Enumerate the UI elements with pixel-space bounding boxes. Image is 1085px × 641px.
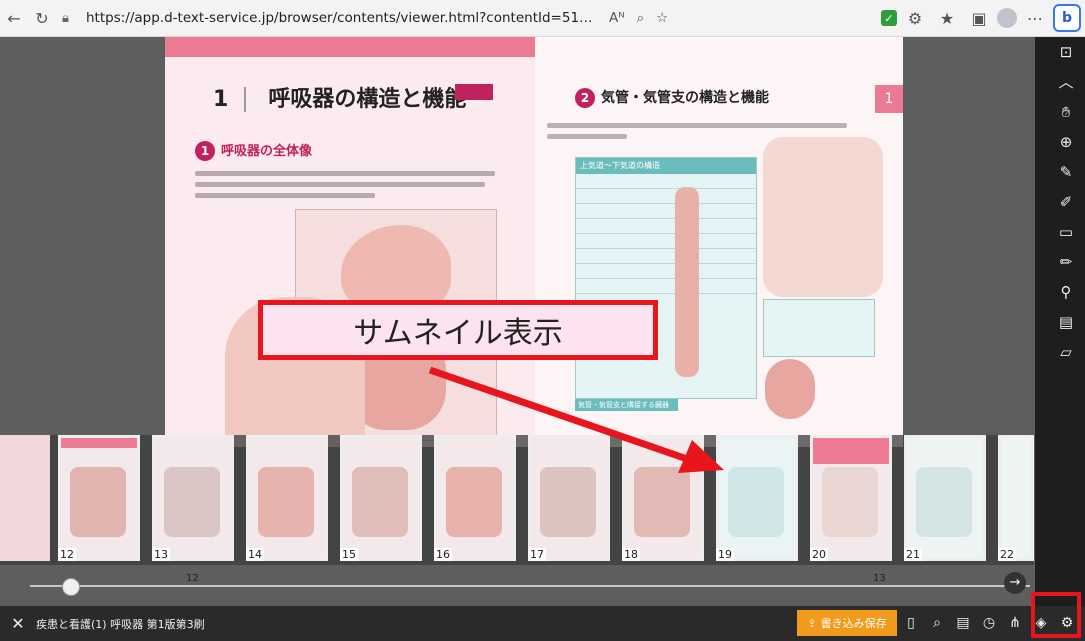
pen-tool-icon[interactable]: ✎: [1055, 161, 1077, 183]
thumbnail-page-number: 13: [152, 548, 170, 561]
save-label: 書き込み保存: [820, 617, 887, 630]
thumbnail[interactable]: 17: [528, 435, 610, 561]
thumbnail-page-number: 21: [904, 548, 922, 561]
refresh-icon[interactable]: ↻: [28, 4, 56, 32]
page-list-icon[interactable]: ▤: [952, 610, 974, 636]
thumbnail-page-number: 22: [998, 548, 1016, 561]
note-icon[interactable]: ▤: [1055, 311, 1077, 333]
more-menu-icon[interactable]: ⋯: [1021, 4, 1049, 32]
eraser-icon[interactable]: ▱: [1055, 341, 1077, 363]
collections-icon[interactable]: ▣: [965, 4, 993, 32]
table-header: 上気道〜下気道の構造: [576, 158, 756, 174]
thumbnail-page-number: 17: [528, 548, 546, 561]
profile-avatar[interactable]: [997, 8, 1017, 28]
thumbnail-page-number: 12: [58, 548, 76, 561]
zoom-icon[interactable]: ⌕: [637, 10, 645, 26]
thumbnail-page-number: 15: [340, 548, 358, 561]
history-icon[interactable]: ◷: [978, 610, 1000, 636]
thumbnail[interactable]: [0, 435, 50, 561]
body-text-block: [195, 171, 495, 204]
section-heading: 2 気管・気管支の構造と機能: [575, 87, 769, 108]
chapter-number: 1: [213, 87, 247, 112]
address-bar[interactable]: 🔒︎ https://app.d-text-service.jp/browser…: [62, 4, 682, 32]
table-title: 上気道〜下気道の構造: [580, 161, 660, 170]
thumbnail[interactable]: 14: [246, 435, 328, 561]
close-button[interactable]: ✕: [6, 614, 30, 633]
bronchi-segment-table: [763, 299, 875, 357]
thumbnail[interactable]: 20: [810, 435, 892, 561]
thumbnail[interactable]: 12: [58, 435, 140, 561]
read-aloud-icon[interactable]: Aᴺ: [609, 10, 625, 26]
thumbnail[interactable]: 13: [152, 435, 234, 561]
thumbnail-strip: 12 13 14 15 16 17 18 19 20 21 22: [0, 435, 1034, 565]
bing-icon[interactable]: b: [1053, 4, 1081, 32]
zoom-tool-icon[interactable]: ⊕: [1055, 131, 1077, 153]
chapter-badge: [455, 84, 493, 100]
pencil-icon[interactable]: ✏︎: [1055, 251, 1077, 273]
tool-sidebar: ⊡ ︿ ✋︎ ⊕ ✎ ✐ ▭ ✏︎ ⚲ ▤ ▱: [1035, 37, 1085, 606]
extension-check-icon[interactable]: ✓: [881, 10, 897, 26]
thumbnail[interactable]: 21: [904, 435, 986, 561]
page-fit-icon[interactable]: ⊡: [1055, 41, 1077, 63]
comment-icon[interactable]: ▭: [1055, 221, 1077, 243]
back-icon[interactable]: ←: [0, 4, 28, 32]
section-number: 2: [575, 88, 595, 108]
thumbnail-callout: サムネイル表示: [258, 300, 658, 360]
add-favorite-icon[interactable]: ☆: [656, 10, 668, 26]
section-title: 呼吸器の全体像: [221, 144, 313, 159]
right-page-number: 13: [873, 573, 886, 584]
thumbnail-button-highlight: [1031, 592, 1081, 638]
trachea-illustration: [675, 187, 699, 377]
lower-section-label: 気管・気管支と隣接する臓器: [575, 399, 678, 411]
save-annotations-button[interactable]: ⇪ 書き込み保存: [797, 610, 897, 636]
next-page-icon[interactable]: →: [1004, 572, 1026, 594]
page-slider-track[interactable]: [30, 585, 1030, 587]
extensions-icon[interactable]: ⚙: [901, 4, 929, 32]
thumbnail-page-number: 19: [716, 548, 734, 561]
bronchi-illustration: [763, 137, 883, 297]
section-title: 気管・気管支の構造と機能: [601, 90, 769, 106]
favorites-icon[interactable]: ★: [933, 4, 961, 32]
location-pin-icon[interactable]: ⚲: [1055, 281, 1077, 303]
highlighter-icon[interactable]: ✐: [1055, 191, 1077, 213]
callout-text: サムネイル表示: [353, 316, 563, 351]
airway-structure-table: 上気道〜下気道の構造: [575, 157, 757, 399]
page-header-band: [165, 37, 535, 57]
chapter-heading: 1 呼吸器の構造と機能: [213, 81, 466, 113]
left-page-number: 12: [186, 573, 199, 584]
document-title: 疾患と看護(1) 呼吸器 第1版第3刷: [36, 617, 205, 631]
share-icon[interactable]: ⋔: [1004, 610, 1026, 636]
page-left: 1 呼吸器の構造と機能 1 呼吸器の全体像: [165, 37, 535, 447]
browser-toolbar: ← ↻ 🔒︎ https://app.d-text-service.jp/bro…: [0, 0, 1085, 37]
thumbnail-page-number: 16: [434, 548, 452, 561]
chapter-side-tab: 1: [875, 85, 903, 113]
thumbnail-page-number: 20: [810, 548, 828, 561]
section-number: 1: [195, 141, 215, 161]
thumbnail[interactable]: 18: [622, 435, 704, 561]
thumbnail[interactable]: 22: [998, 435, 1034, 561]
thumbnail[interactable]: 15: [340, 435, 422, 561]
bookmark-icon[interactable]: ▯: [900, 610, 922, 636]
lungs-illustration: [765, 359, 815, 419]
bottom-toolbar: ✕ 疾患と看護(1) 呼吸器 第1版第3刷 ⇪ 書き込み保存 ▯ ⌕ ▤ ◷ ⋔…: [0, 606, 1085, 641]
url-text[interactable]: https://app.d-text-service.jp/browser/co…: [86, 10, 601, 26]
collapse-icon[interactable]: ︿: [1055, 71, 1077, 93]
section-heading: 1 呼吸器の全体像: [195, 140, 312, 161]
thumbnail[interactable]: 19: [716, 435, 798, 561]
thumbnail-page-number: 14: [246, 548, 264, 561]
hand-tool-icon[interactable]: ✋︎: [1055, 101, 1077, 123]
thumbnail-page-number: 18: [622, 548, 640, 561]
page-right: 2 気管・気管支の構造と機能 1 上気道〜下気道の構造 気管・気管支と隣接する臓器: [535, 37, 903, 447]
page-slider-knob[interactable]: [62, 578, 80, 596]
lock-icon[interactable]: 🔒︎: [62, 11, 80, 26]
thumbnail[interactable]: 16: [434, 435, 516, 561]
upload-icon: ⇪: [807, 616, 817, 630]
chapter-title: 呼吸器の構造と機能: [268, 87, 467, 112]
search-icon[interactable]: ⌕: [926, 610, 948, 636]
